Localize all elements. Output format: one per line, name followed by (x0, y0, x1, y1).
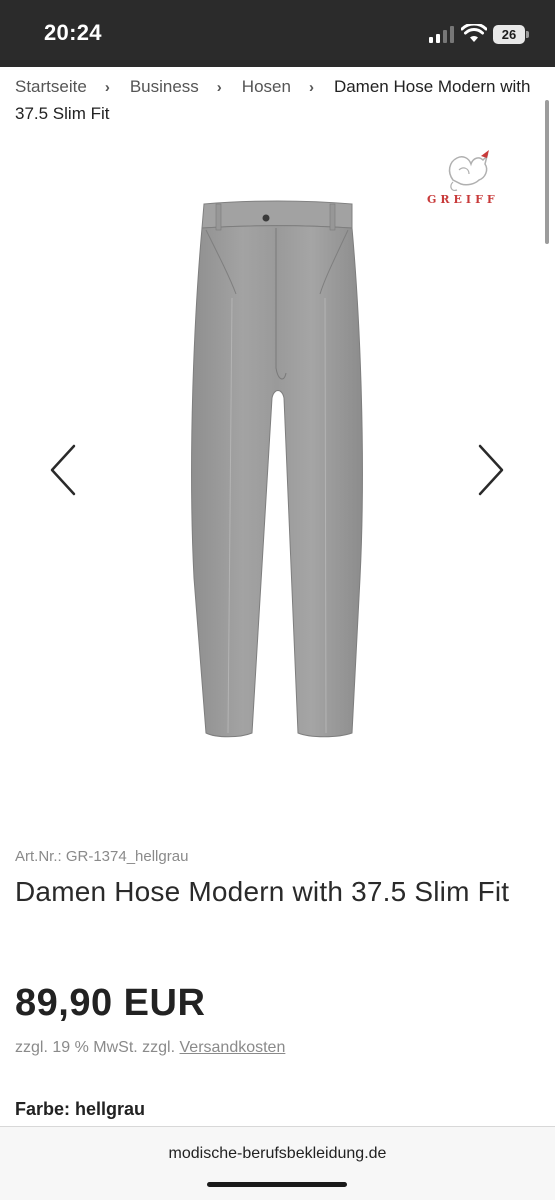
chevron-right-icon[interactable] (472, 440, 510, 500)
tax-note-text: zzgl. 19 % MwSt. zzgl. (15, 1039, 180, 1056)
product-price: 89,90 EUR (15, 982, 206, 1024)
product-title: Damen Hose Modern with 37.5 Slim Fit (15, 876, 510, 907)
browser-url-bar[interactable]: modische-berufsbekleidung.de (0, 1126, 555, 1200)
url-text[interactable]: modische-berufsbekleidung.de (0, 1145, 555, 1163)
breadcrumb-hosen[interactable]: Hosen (242, 77, 291, 96)
breadcrumb-business[interactable]: Business (130, 77, 199, 96)
battery-icon: 26 (493, 25, 529, 44)
status-time: 20:24 (44, 20, 102, 45)
signal-icon (429, 26, 454, 43)
breadcrumb-separator-icon: › (104, 79, 110, 96)
shipping-costs-link[interactable]: Versandkosten (180, 1039, 286, 1056)
breadcrumb-startseite[interactable]: Startseite (15, 77, 87, 96)
breadcrumb-separator-icon: › (308, 79, 314, 96)
color-label: Farbe: hellgrau (15, 1099, 146, 1119)
status-bar: 20:24 26 (0, 0, 555, 67)
article-number: Art.Nr.: GR-1374_hellgrau (15, 848, 189, 865)
tax-note: zzgl. 19 % MwSt. zzgl. Versandkosten (15, 1039, 285, 1057)
battery-level: 26 (493, 25, 525, 44)
breadcrumb: Startseite › Business › Hosen › Damen Hose Mod… (15, 74, 540, 127)
breadcrumb-separator-icon: › (216, 79, 222, 96)
product-gallery[interactable]: GREIFF (0, 130, 555, 810)
chevron-left-icon[interactable] (44, 440, 82, 500)
trousers-product-image[interactable] (180, 198, 375, 743)
brand-name: GREIFF (427, 193, 499, 206)
wifi-icon (461, 24, 487, 42)
home-indicator[interactable] (207, 1182, 347, 1187)
